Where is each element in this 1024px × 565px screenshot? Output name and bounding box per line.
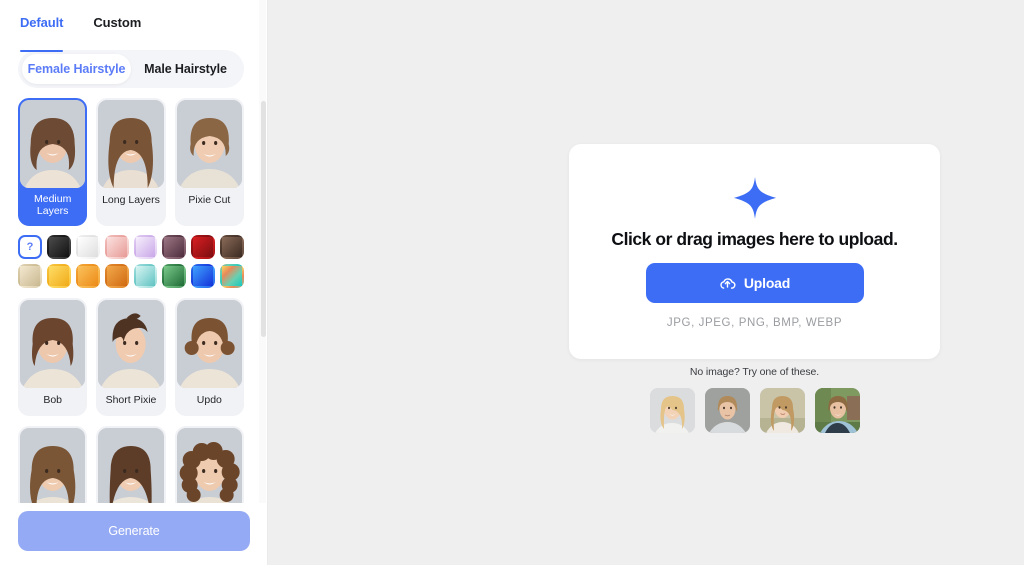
hairstyle-thumbnail (20, 100, 86, 188)
cloud-upload-icon (720, 277, 736, 289)
swatch-crimson-red[interactable] (191, 235, 216, 259)
hairstyle-card-long-layers[interactable]: Long Layers (96, 98, 166, 226)
swatch-plum[interactable] (162, 235, 187, 259)
tab-custom[interactable]: Custom (93, 10, 141, 45)
swatch-lavender[interactable] (133, 235, 158, 259)
hairstyle-thumbnail (20, 299, 86, 388)
toggle-male-hairstyle[interactable]: Male Hairstyle (131, 54, 240, 84)
swatch-orange-gold[interactable] (75, 263, 100, 288)
hairstyle-label: Medium Layers (33, 193, 72, 217)
swatch-forest-green[interactable] (162, 263, 187, 288)
upload-headline: Click or drag images here to upload. (611, 229, 898, 249)
hair-color-swatches: ? (14, 226, 248, 288)
swatch-rose-pink[interactable] (104, 235, 129, 259)
sidebar-scroll-content: Default Custom Female Hairstyle Male Hai… (0, 0, 262, 565)
hairstyle-grid-row-1: Medium Layers Long Layers Pixie Cut (14, 88, 248, 226)
swatch-royal-blue[interactable] (191, 263, 216, 288)
hairstyle-label: Long Layers (102, 194, 160, 206)
left-sidebar: Default Custom Female Hairstyle Male Hai… (0, 0, 268, 565)
hairstyle-thumbnail (98, 100, 164, 188)
swatch-mint-aqua[interactable] (133, 263, 158, 288)
swatch-sandy-beige[interactable] (18, 263, 42, 288)
hairstyle-thumbnail (176, 299, 242, 388)
app-root: Default Custom Female Hairstyle Male Hai… (0, 0, 1024, 565)
hairstyle-label: Pixie Cut (188, 194, 231, 206)
sample-images-section: No image? Try one of these. (569, 366, 940, 433)
swatch-custom-color[interactable]: ? (18, 235, 42, 259)
main-content: Click or drag images here to upload. Upl… (268, 0, 1024, 565)
supported-formats: JPG, JPEG, PNG, BMP, WEBP (666, 317, 843, 329)
sparkle-icon (733, 177, 776, 219)
hairstyle-thumbnail (176, 100, 242, 188)
generate-bar: Generate (0, 503, 267, 565)
sample-outdoor-man[interactable] (814, 388, 860, 433)
swatch-rainbow[interactable] (220, 263, 244, 288)
swatch-copper[interactable] (104, 263, 129, 288)
generate-button[interactable]: Generate (18, 511, 250, 551)
hairstyle-card-updo[interactable]: Updo (174, 297, 244, 416)
hairstyle-card-bob[interactable]: Bob (18, 297, 88, 416)
hairstyle-label: Updo (196, 393, 222, 406)
swatch-dark-brown[interactable] (220, 235, 244, 259)
gender-toggle: Female Hairstyle Male Hairstyle (18, 50, 244, 88)
swatch-white-blonde[interactable] (75, 235, 100, 259)
hairstyle-card-short-pixie[interactable]: Short Pixie (96, 297, 166, 416)
sample-brunette-woman[interactable] (759, 388, 805, 433)
upload-dropzone[interactable]: Click or drag images here to upload. Upl… (569, 144, 940, 359)
tab-default[interactable]: Default (20, 10, 64, 52)
sample-blonde-woman[interactable] (649, 388, 695, 433)
hairstyle-grid-row-2: Bob Short Pixie Updo (14, 288, 248, 416)
upload-button-label: Upload (743, 275, 791, 291)
upload-button[interactable]: Upload (645, 263, 864, 303)
sample-images-label: No image? Try one of these. (689, 366, 820, 378)
mode-tabs: Default Custom (14, 0, 248, 52)
hairstyle-card-medium-layers[interactable]: Medium Layers (18, 98, 88, 226)
swatch-golden-blonde[interactable] (46, 263, 71, 288)
swatch-black[interactable] (46, 235, 71, 259)
hairstyle-label: Bob (43, 393, 62, 406)
hairstyle-thumbnail (98, 299, 164, 388)
hairstyle-card-pixie-cut[interactable]: Pixie Cut (174, 98, 244, 226)
sample-images-row (649, 388, 860, 433)
swatch-question-icon: ? (26, 240, 34, 253)
hairstyle-label: Short Pixie (105, 393, 157, 406)
sample-young-man[interactable] (704, 388, 750, 433)
toggle-female-hairstyle[interactable]: Female Hairstyle (22, 54, 131, 84)
sidebar-scrollbar-thumb[interactable] (261, 101, 266, 337)
